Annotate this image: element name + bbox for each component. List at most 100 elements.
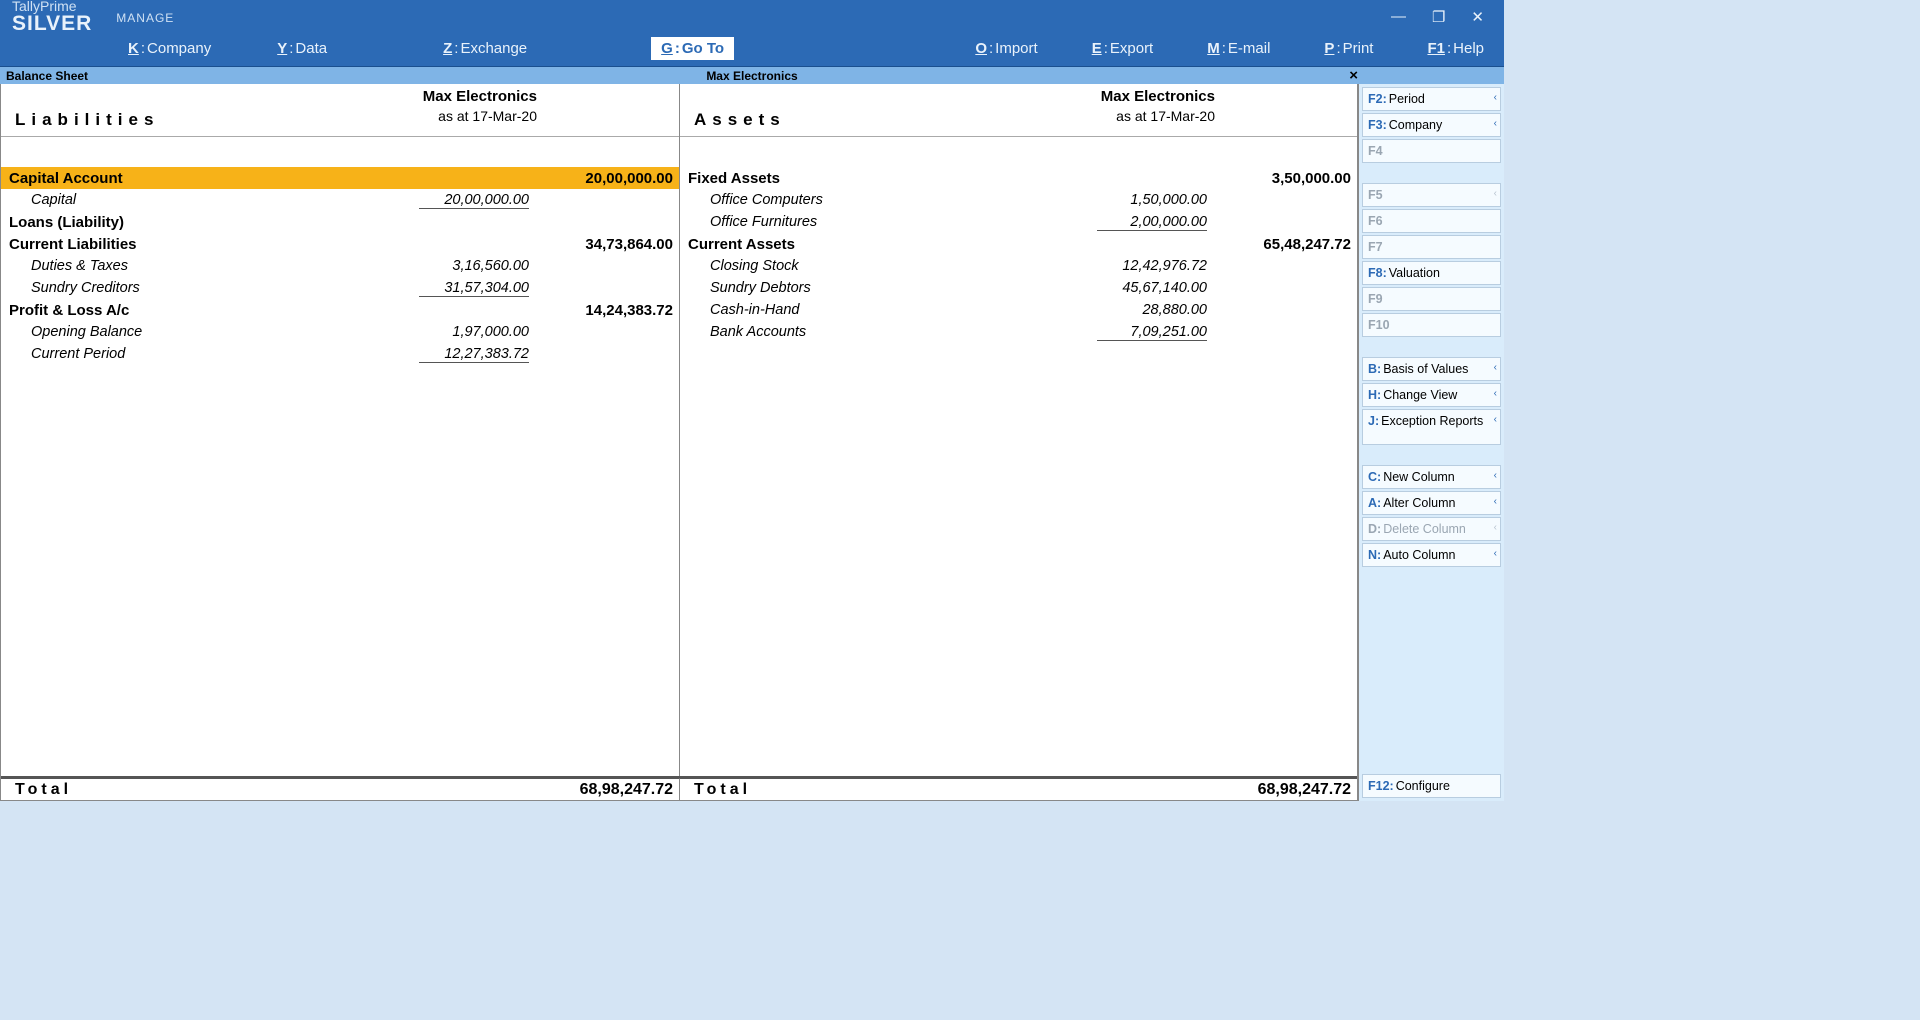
menu-export[interactable]: E:Export: [1084, 36, 1162, 61]
fk-auto-column[interactable]: N:Auto Column‹: [1362, 543, 1501, 567]
group-label: Current Assets: [680, 236, 1077, 253]
minimize-icon[interactable]: —: [1391, 8, 1406, 26]
ledger-group[interactable]: Current Assets 65,48,247.72: [680, 233, 1357, 255]
ledger-sub[interactable]: Opening Balance1,97,000.00: [1, 321, 679, 343]
ledger-sub[interactable]: Capital20,00,000.00: [1, 189, 679, 211]
sub-label: Office Computers: [680, 192, 1077, 208]
menu-import[interactable]: O:Import: [967, 36, 1045, 61]
ledger-group[interactable]: Fixed Assets 3,50,000.00: [680, 167, 1357, 189]
app-name: TallyPrime: [12, 0, 92, 13]
sub-amount: 12,27,383.72: [399, 346, 539, 363]
total-label-right: Total: [680, 781, 1077, 799]
fk-f7: F7: [1362, 235, 1501, 259]
sub-amount: 28,880.00: [1077, 302, 1217, 318]
ledger-sub[interactable]: Office Computers1,50,000.00: [680, 189, 1357, 211]
report-title: Balance Sheet: [0, 69, 88, 83]
sub-label: Cash-in-Hand: [680, 302, 1077, 318]
column-company-right: Max Electronics: [680, 88, 1357, 105]
sub-label: Capital: [1, 192, 399, 208]
menu-email[interactable]: M:E-mail: [1199, 36, 1278, 61]
ledger-sub[interactable]: Cash-in-Hand28,880.00: [680, 299, 1357, 321]
sub-amount: 31,57,304.00: [399, 280, 539, 297]
sub-amount: 1,97,000.00: [399, 324, 539, 340]
fk-basis[interactable]: B:Basis of Values‹: [1362, 357, 1501, 381]
sub-amount: 7,09,251.00: [1077, 324, 1217, 341]
fk-f5: F5‹: [1362, 183, 1501, 207]
sub-label: Sundry Creditors: [1, 280, 399, 296]
fk-valuation[interactable]: F8:Valuation: [1362, 261, 1501, 285]
menu-exchange[interactable]: Z:Exchange: [435, 36, 535, 61]
menu-goto[interactable]: G:Go To: [651, 37, 734, 60]
group-amount: 14,24,383.72: [539, 302, 679, 319]
sub-label: Closing Stock: [680, 258, 1077, 274]
ledger-group[interactable]: Loans (Liability): [1, 211, 679, 233]
function-key-panel: F2:Period‹ F3:Company‹ F4 F5‹ F6 F7 F8:V…: [1358, 84, 1504, 801]
sub-label: Duties & Taxes: [1, 258, 399, 274]
ledger-sub[interactable]: Sundry Debtors45,67,140.00: [680, 277, 1357, 299]
report-close-icon[interactable]: ×: [1349, 67, 1358, 84]
sub-amount: 45,67,140.00: [1077, 280, 1217, 296]
sub-amount: 1,50,000.00: [1077, 192, 1217, 208]
menu-print[interactable]: P:Print: [1316, 36, 1381, 61]
group-amount: 20,00,000.00: [539, 170, 679, 187]
fk-change-view[interactable]: H:Change View‹: [1362, 383, 1501, 407]
fk-f9: F9: [1362, 287, 1501, 311]
sub-label: Office Furnitures: [680, 214, 1077, 230]
titlebar: TallyPrime SILVER MANAGE — ❐ ✕ K:Company…: [0, 0, 1504, 67]
group-amount: 34,73,864.00: [539, 236, 679, 253]
group-amount: 65,48,247.72: [1217, 236, 1357, 253]
ledger-sub[interactable]: Duties & Taxes3,16,560.00: [1, 255, 679, 277]
ledger-sub[interactable]: Sundry Creditors31,57,304.00: [1, 277, 679, 299]
ledger-group[interactable]: Capital Account 20,00,000.00: [1, 167, 679, 189]
sub-label: Bank Accounts: [680, 324, 1077, 340]
liabilities-column: Max Electronics as at 17-Mar-20 Liabilit…: [1, 84, 679, 776]
total-label-left: Total: [1, 781, 399, 799]
sub-label: Current Period: [1, 346, 399, 362]
group-label: Fixed Assets: [680, 170, 1077, 187]
maximize-icon[interactable]: ❐: [1432, 8, 1445, 26]
group-label: Loans (Liability): [1, 214, 399, 231]
ledger-group[interactable]: Current Liabilities 34,73,864.00: [1, 233, 679, 255]
assets-column: Max Electronics as at 17-Mar-20 Assets F…: [679, 84, 1357, 776]
fk-period[interactable]: F2:Period‹: [1362, 87, 1501, 111]
menu-data[interactable]: Y:Data: [269, 36, 335, 61]
fk-exception-reports[interactable]: J:Exception Reports‹: [1362, 409, 1501, 445]
ledger-sub[interactable]: Current Period12,27,383.72: [1, 343, 679, 365]
group-label: Current Liabilities: [1, 236, 399, 253]
manage-label: MANAGE: [104, 5, 174, 25]
sub-amount: 3,16,560.00: [399, 258, 539, 274]
fk-company[interactable]: F3:Company‹: [1362, 113, 1501, 137]
total-right: 68,98,247.72: [1217, 781, 1357, 799]
fk-f10: F10: [1362, 313, 1501, 337]
sub-amount: 2,00,000.00: [1077, 214, 1217, 231]
group-amount: 3,50,000.00: [1217, 170, 1357, 187]
fk-f6: F6: [1362, 209, 1501, 233]
menu-company[interactable]: K:Company: [120, 36, 219, 61]
menubar: K:Company Y:Data Z:Exchange G:Go To O:Im…: [0, 30, 1504, 66]
fk-f4: F4: [1362, 139, 1501, 163]
ledger-sub[interactable]: Bank Accounts7,09,251.00: [680, 321, 1357, 343]
ledger-group[interactable]: Profit & Loss A/c 14,24,383.72: [1, 299, 679, 321]
total-left: 68,98,247.72: [539, 781, 679, 799]
totals-row: Total 68,98,247.72 Total 68,98,247.72: [1, 776, 1357, 800]
sub-amount: 20,00,000.00: [399, 192, 539, 209]
group-label: Profit & Loss A/c: [1, 302, 399, 319]
sub-amount: 12,42,976.72: [1077, 258, 1217, 274]
column-company-left: Max Electronics: [1, 88, 679, 105]
breadcrumb: Balance Sheet Max Electronics ×: [0, 67, 1504, 84]
liabilities-title: Liabilities: [15, 110, 159, 130]
ledger-sub[interactable]: Closing Stock12,42,976.72: [680, 255, 1357, 277]
balance-sheet-report: Max Electronics as at 17-Mar-20 Liabilit…: [0, 84, 1358, 801]
sub-label: Sundry Debtors: [680, 280, 1077, 296]
sub-label: Opening Balance: [1, 324, 399, 340]
company-name: Max Electronics: [706, 69, 797, 83]
menu-help[interactable]: F1:Help: [1419, 36, 1492, 61]
fk-new-column[interactable]: C:New Column‹: [1362, 465, 1501, 489]
group-label: Capital Account: [1, 170, 399, 187]
fk-delete-column: D:Delete Column‹: [1362, 517, 1501, 541]
fk-configure[interactable]: F12:Configure: [1362, 774, 1501, 798]
assets-title: Assets: [694, 110, 786, 130]
fk-alter-column[interactable]: A:Alter Column‹: [1362, 491, 1501, 515]
close-icon[interactable]: ✕: [1471, 8, 1484, 26]
ledger-sub[interactable]: Office Furnitures2,00,000.00: [680, 211, 1357, 233]
